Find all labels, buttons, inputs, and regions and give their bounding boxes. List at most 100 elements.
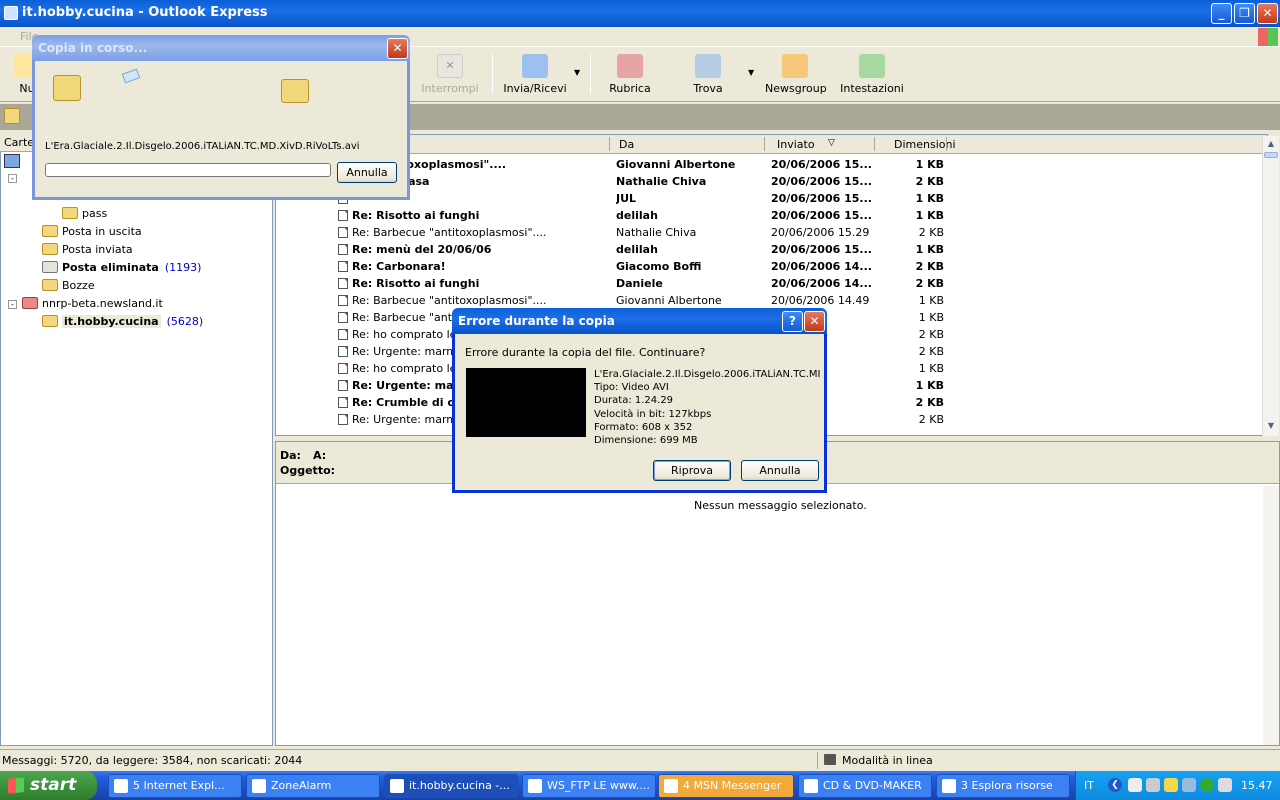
message-sent: 20/06/2006 14.... <box>771 277 871 290</box>
toolbar-send-receive-button[interactable]: Invia/Ricevi <box>502 54 568 98</box>
message-from: Daniele <box>616 277 663 290</box>
message-row[interactable]: ue "antitoxoplasmosi".... Giovanni Albert… <box>276 156 1267 173</box>
tray-volume-icon[interactable] <box>1218 778 1232 792</box>
toolbar-find-button[interactable]: Trova <box>686 54 730 98</box>
toolbar-newsgroup-button[interactable]: Newsgroup <box>765 54 827 98</box>
message-size: 2 KB <box>915 396 944 409</box>
folder-newsgroup-selected[interactable]: it.hobby.cucina (5628) <box>42 314 203 330</box>
find-dropdown-icon[interactable]: ▼ <box>748 68 754 77</box>
taskbar-button[interactable]: WS_FTP LE www.... <box>522 774 656 798</box>
toolbar-stop-button[interactable]: ✕ Interrompi <box>420 54 480 98</box>
sent-icon <box>42 243 58 255</box>
detail-type: Tipo: Video AVI <box>594 382 669 394</box>
folder-outbox[interactable]: Posta in uscita <box>42 224 142 240</box>
folder-drafts[interactable]: Bozze <box>42 278 95 294</box>
folder-deleted[interactable]: Posta eliminata (1193) <box>42 260 201 276</box>
no-message-text: Nessun messaggio selezionato. <box>694 499 867 512</box>
message-icon <box>338 227 348 238</box>
detail-filename: L'Era.Glaciale.2.Il.Disgelo.2006.iTALiAN… <box>594 369 821 380</box>
copy-cancel-button[interactable]: Annulla <box>337 162 397 183</box>
trash-icon <box>42 261 58 273</box>
toolbar-address-book-button[interactable]: Rubrica <box>605 54 655 98</box>
preview-scrollbar[interactable] <box>1263 486 1279 745</box>
message-row[interactable]: Re: menù del 20/06/06 delilah 20/06/2006 1… <box>276 241 1267 258</box>
message-size: 2 KB <box>915 260 944 273</box>
tree-expander[interactable]: - <box>8 174 17 183</box>
scroll-down-icon[interactable]: ▼ <box>1264 419 1278 433</box>
taskbar-button[interactable]: it.hobby.cucina -... <box>384 774 518 798</box>
folder-sent[interactable]: Posta inviata <box>42 242 133 258</box>
tray-zonealarm-icon[interactable] <box>1164 778 1178 792</box>
toolbar-label: Invia/Ricevi <box>503 82 567 95</box>
stop-icon: ✕ <box>437 54 463 78</box>
outbox-icon <box>42 225 58 237</box>
start-button[interactable]: start <box>0 771 97 800</box>
column-from[interactable]: Da <box>619 138 634 151</box>
taskbar-button[interactable]: 5 Internet Expl... <box>108 774 242 798</box>
message-size: 1 KB <box>915 243 944 256</box>
scroll-thumb[interactable] <box>1264 152 1278 158</box>
preview-subject-label: Oggetto: <box>280 464 336 477</box>
folder-label: pass <box>82 207 108 220</box>
drafts-icon <box>42 279 58 291</box>
message-row[interactable]: Re: Barbecue "antitoxoplasmosi".... Natha… <box>276 224 1267 241</box>
message-row[interactable]: fatto in casaNathalie Chiva20/06/2006 15… <box>276 173 1267 190</box>
message-size: 1 KB <box>918 362 944 375</box>
folder-pass[interactable]: pass <box>62 206 107 222</box>
tree-expander[interactable]: - <box>8 300 17 309</box>
message-size: 2 KB <box>918 345 944 358</box>
close-button[interactable]: ✕ <box>1257 3 1278 24</box>
video-thumbnail <box>466 368 586 437</box>
tray-wireless-icon[interactable] <box>1182 778 1196 792</box>
destination-folder-icon <box>281 79 309 103</box>
message-sent: 20/06/2006 15.... <box>771 192 871 205</box>
message-icon <box>338 278 348 289</box>
minimize-button[interactable]: _ <box>1211 3 1232 24</box>
language-indicator[interactable]: IT <box>1084 779 1094 792</box>
error-dialog-close-button[interactable]: ✕ <box>804 311 825 332</box>
taskbar-button[interactable]: 4 MSN Messenger <box>658 774 794 798</box>
clock[interactable]: 15.47 <box>1241 779 1273 792</box>
retry-button[interactable]: Riprova <box>653 460 731 481</box>
tray-network-icon[interactable] <box>1128 778 1142 792</box>
scroll-up-icon[interactable]: ▲ <box>1264 137 1278 151</box>
tray-messenger-icon[interactable] <box>1200 778 1214 792</box>
status-bar: Messaggi: 5720, da leggere: 3584, non sc… <box>0 749 1280 771</box>
message-from: delilah <box>616 243 658 256</box>
tray-drive-icon[interactable] <box>1146 778 1160 792</box>
folder-label: Posta inviata <box>62 243 133 256</box>
message-icon <box>338 244 348 255</box>
column-sent[interactable]: Inviato <box>777 138 815 151</box>
preview-from-label: Da: <box>280 449 301 462</box>
task-label: 5 Internet Expl... <box>133 779 225 792</box>
copy-dialog-close-button[interactable]: ✕ <box>387 38 408 59</box>
detail-size: Dimensione: 699 MB <box>594 435 698 447</box>
message-row[interactable]: Re: Carbonara! Giacomo Boffi 20/06/2006 14… <box>276 258 1267 275</box>
task-icon <box>942 779 956 793</box>
message-row[interactable]: JUL 20/06/2006 15.... 1 KB <box>276 190 1267 207</box>
taskbar: start 5 Internet Expl... ZoneAlarm it.hobb… <box>0 771 1280 800</box>
help-button[interactable]: ? <box>782 311 803 332</box>
message-subject: Re: Carbonara! <box>352 260 446 273</box>
taskbar-button[interactable]: 3 Esplora risorse <box>936 774 1070 798</box>
folder-label: Posta eliminata <box>62 261 159 274</box>
news-server[interactable]: nnrp-beta.newsland.it <box>22 296 163 312</box>
maximize-button[interactable]: ❐ <box>1234 3 1255 24</box>
list-scrollbar[interactable]: ▲ ▼ <box>1262 136 1279 436</box>
toolbar-label: Trova <box>693 82 723 95</box>
folder-label: it.hobby.cucina <box>62 315 161 328</box>
windows-flag-icon <box>8 777 24 794</box>
message-row[interactable]: Re: Risotto ai funghi Daniele 20/06/2006 1… <box>276 275 1267 292</box>
taskbar-button[interactable]: ZoneAlarm <box>246 774 380 798</box>
app-icon <box>4 6 18 20</box>
message-row[interactable]: Re: Barbecue "antitoxoplasmosi".... Giova… <box>276 292 1267 309</box>
toolbar-label: Rubrica <box>609 82 651 95</box>
taskbar-button[interactable]: CD & DVD-MAKER <box>798 774 932 798</box>
copy-progress-dialog: Copia in corso... ✕ L'Era.Glaciale.2.Il.… <box>32 35 410 200</box>
error-cancel-button[interactable]: Annulla <box>741 460 819 481</box>
tray-back-icon[interactable]: ❮ <box>1108 778 1122 792</box>
message-row[interactable]: Re: Risotto ai funghi delilah 20/06/2006 1… <box>276 207 1267 224</box>
task-label: it.hobby.cucina -... <box>409 779 510 792</box>
toolbar-headers-button[interactable]: Intestazioni <box>840 54 904 98</box>
send-receive-dropdown-icon[interactable]: ▼ <box>574 68 580 77</box>
